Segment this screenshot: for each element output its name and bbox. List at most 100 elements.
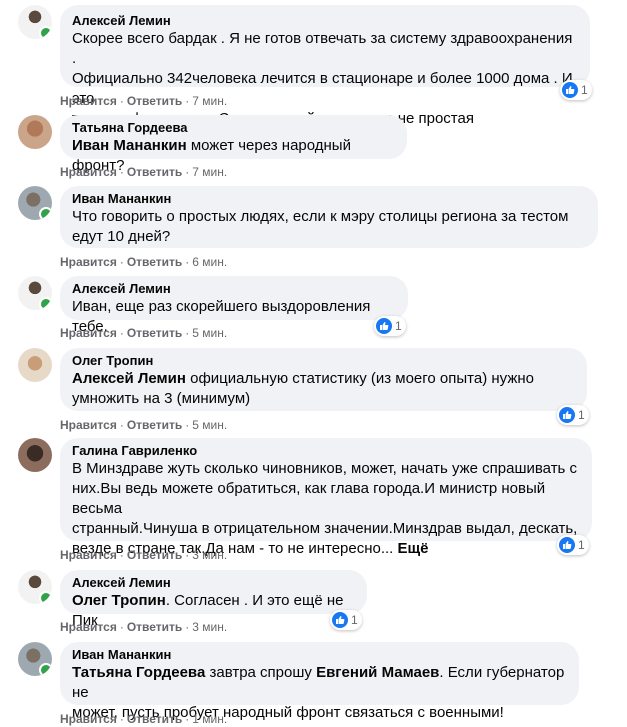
- avatar[interactable]: [18, 5, 52, 39]
- like-button[interactable]: Нравится: [60, 94, 117, 108]
- mention-link[interactable]: Евгений Мамаев: [316, 664, 439, 681]
- comment-actions: Нравится · Ответить · 5 мин.: [60, 417, 227, 433]
- separator: ·: [185, 418, 190, 432]
- comment-time[interactable]: 5 мин.: [192, 418, 227, 432]
- comment-actions: Нравится · Ответить · 6 мин.: [60, 254, 227, 270]
- avatar[interactable]: [18, 642, 52, 676]
- separator: ·: [185, 548, 190, 562]
- avatar[interactable]: [18, 115, 52, 149]
- avatar[interactable]: [18, 276, 52, 310]
- reply-button[interactable]: Ответить: [127, 418, 182, 432]
- online-status-icon: [39, 26, 52, 39]
- separator: ·: [119, 326, 124, 340]
- like-button[interactable]: Нравится: [60, 326, 117, 340]
- mention-link[interactable]: Татьяна Гордеева: [72, 664, 205, 681]
- comment-bubble: Иван Мананкин Что говорить о простых люд…: [60, 186, 598, 248]
- like-icon: [559, 407, 575, 423]
- avatar[interactable]: [18, 570, 52, 604]
- reaction-count[interactable]: 1: [560, 80, 592, 100]
- comment-text: Что говорить о простых людях, если к мэр…: [72, 208, 569, 245]
- comment-text-body: завтра спрошу: [205, 664, 317, 681]
- comment-author[interactable]: Иван Мананкин: [72, 191, 586, 207]
- reaction-number: 1: [395, 319, 402, 333]
- separator: ·: [185, 620, 190, 634]
- comment-actions: Нравится · Ответить · 3 мин.: [60, 547, 227, 563]
- comment-author[interactable]: Алексей Лемин: [72, 281, 396, 297]
- comment-actions: Нравится · Ответить · 1 мин.: [60, 711, 227, 727]
- comment-time[interactable]: 6 мин.: [192, 255, 227, 269]
- like-icon: [559, 537, 575, 553]
- comment-author[interactable]: Олег Тропин: [72, 353, 575, 369]
- avatar[interactable]: [18, 438, 52, 472]
- comments-feed: Алексей Лемин Скорее всего бардак . Я не…: [0, 0, 627, 726]
- online-status-icon: [39, 297, 52, 310]
- comment-actions: Нравится · Ответить · 3 мин.: [60, 619, 227, 635]
- reply-button[interactable]: Ответить: [127, 165, 182, 179]
- comment-bubble: Олег Тропин Алексей Лемин официальную ст…: [60, 348, 587, 411]
- separator: ·: [119, 94, 124, 108]
- reply-button[interactable]: Ответить: [127, 94, 182, 108]
- online-status-icon: [39, 591, 52, 604]
- reply-button[interactable]: Ответить: [127, 620, 182, 634]
- comment-time[interactable]: 7 мин.: [192, 165, 227, 179]
- reaction-number: 1: [578, 538, 585, 552]
- reaction-number: 1: [351, 613, 358, 627]
- avatar[interactable]: [18, 186, 52, 220]
- comment-text: Скорее всего бардак . Я не готов отвечат…: [72, 30, 573, 127]
- mention-link[interactable]: Алексей Лемин: [72, 370, 186, 387]
- comment-time[interactable]: 5 мин.: [192, 326, 227, 340]
- like-icon: [376, 318, 392, 334]
- comment-author[interactable]: Татьяна Гордеева: [72, 120, 395, 136]
- comment-bubble: Алексей Лемин Иван, еще раз скорейшего в…: [60, 276, 408, 335]
- comment-author[interactable]: Иван Мананкин: [72, 647, 567, 663]
- avatar[interactable]: [18, 348, 52, 382]
- like-icon: [332, 612, 348, 628]
- comment-actions: Нравится · Ответить · 7 мин.: [60, 164, 227, 180]
- reaction-count[interactable]: 1: [374, 316, 406, 336]
- separator: ·: [185, 712, 190, 726]
- mention-link[interactable]: Иван Мананкин: [72, 137, 187, 154]
- comment-author[interactable]: Галина Гавриленко: [72, 443, 580, 459]
- separator: ·: [119, 620, 124, 634]
- like-button[interactable]: Нравится: [60, 712, 117, 726]
- comment-bubble: Алексей Лемин Олег Тропин. Согласен . И …: [60, 570, 367, 629]
- comment-time[interactable]: 1 мин.: [192, 712, 227, 726]
- separator: ·: [185, 165, 190, 179]
- online-status-icon: [39, 663, 52, 676]
- mention-link[interactable]: Олег Тропин: [72, 592, 166, 609]
- separator: ·: [119, 255, 124, 269]
- like-button[interactable]: Нравится: [60, 255, 117, 269]
- reply-button[interactable]: Ответить: [127, 712, 182, 726]
- like-button[interactable]: Нравится: [60, 620, 117, 634]
- reply-button[interactable]: Ответить: [127, 326, 182, 340]
- comment-time[interactable]: 3 мин.: [192, 620, 227, 634]
- comment-bubble: Иван Мананкин Татьяна Гордеева завтра сп…: [60, 642, 579, 721]
- comment-author[interactable]: Алексей Лемин: [72, 13, 578, 29]
- comment-actions: Нравится · Ответить · 5 мин.: [60, 325, 227, 341]
- like-button[interactable]: Нравится: [60, 418, 117, 432]
- online-status-icon: [39, 207, 52, 220]
- separator: ·: [185, 326, 190, 340]
- like-button[interactable]: Нравится: [60, 165, 117, 179]
- comment-time[interactable]: 7 мин.: [192, 94, 227, 108]
- separator: ·: [119, 165, 124, 179]
- comment-text: В Минздраве жуть сколько чиновников, мож…: [72, 459, 580, 559]
- reaction-count[interactable]: 1: [330, 610, 362, 630]
- like-icon: [562, 82, 578, 98]
- comment-time[interactable]: 3 мин.: [192, 548, 227, 562]
- reaction-number: 1: [581, 83, 588, 97]
- reply-button[interactable]: Ответить: [127, 548, 182, 562]
- reaction-count[interactable]: 1: [557, 535, 589, 555]
- separator: ·: [185, 94, 190, 108]
- reply-button[interactable]: Ответить: [127, 255, 182, 269]
- see-more-link[interactable]: Ещё: [398, 540, 429, 557]
- comment-bubble: Татьяна Гордеева Иван Мананкин может чер…: [60, 115, 407, 174]
- comment-author[interactable]: Алексей Лемин: [72, 575, 355, 591]
- reaction-count[interactable]: 1: [557, 405, 589, 425]
- comment-bubble: Алексей Лемин Скорее всего бардак . Я не…: [60, 5, 590, 127]
- reaction-number: 1: [578, 408, 585, 422]
- separator: ·: [119, 712, 124, 726]
- comment-actions: Нравится · Ответить · 7 мин.: [60, 93, 227, 109]
- comment-text-body: В Минздраве жуть сколько чиновников, мож…: [72, 460, 578, 557]
- like-button[interactable]: Нравится: [60, 548, 117, 562]
